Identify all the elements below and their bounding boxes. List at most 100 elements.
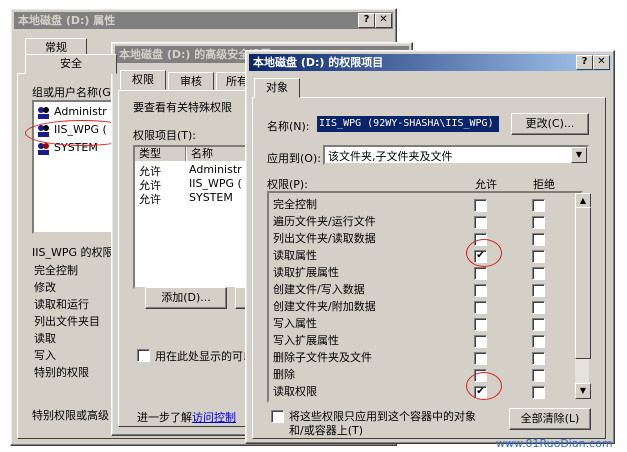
allow-checkbox[interactable] — [474, 267, 487, 280]
learn-more: 进一步了解访问控制 — [137, 409, 236, 425]
perm-header: 权限(P): — [267, 178, 308, 191]
user-row[interactable]: Administr — [36, 104, 107, 120]
permission-row: 创建文件/写入数据 — [273, 282, 365, 298]
permission-row: 读取权限 — [273, 384, 317, 400]
column-type[interactable]: 类型 — [135, 147, 186, 161]
help-button[interactable]: ? — [358, 13, 375, 28]
allow-checkbox[interactable] — [474, 301, 487, 314]
inherit-label: 用在此处显示的可以 — [155, 350, 254, 363]
permission-name: 创建文件夹/附加数据 — [273, 300, 376, 313]
allow-checkbox[interactable] — [474, 369, 487, 382]
entry-panel: 名称(N): IIS_WPG (92WY-SHASHA\IIS_WPG) 更改(… — [252, 97, 606, 439]
chevron-down-icon[interactable]: ▼ — [571, 147, 587, 163]
watermark-url: www.01RuoDian.com — [496, 437, 613, 450]
permission-name: 读取扩展属性 — [273, 266, 339, 279]
permission-row: 删除子文件夹及文件 — [273, 350, 372, 366]
deny-checkbox[interactable] — [532, 369, 545, 382]
users-icon — [38, 106, 49, 119]
permission-row: 完全控制 — [273, 197, 317, 213]
tab-security[interactable]: 安全 — [25, 54, 117, 74]
permissions-list: 完全控制遍历文件夹/运行文件 列出文件夹/读取数据 读取属性 ✔ 读取扩展属性创建文件/… — [267, 191, 583, 403]
apply-to-value: 该文件夹,子文件夹及文件 — [328, 150, 453, 163]
close-button[interactable]: ✕ — [593, 55, 610, 70]
tab-permissions[interactable]: 权限 — [120, 70, 166, 90]
help-button[interactable]: ? — [576, 55, 593, 70]
entry-type[interactable]: 允许 — [139, 191, 161, 207]
allow-checkbox[interactable] — [474, 233, 487, 246]
permission-row: 读取扩展属性 — [273, 265, 339, 281]
deny-checkbox[interactable] — [532, 233, 545, 246]
allow-checkbox[interactable]: ✔ — [474, 250, 487, 263]
permission-entry-dialog: 本地磁盘 (D:) 的权限项目 ? ✕ 对象 名称(N): IIS_WPG (9… — [245, 50, 615, 444]
deny-checkbox[interactable] — [532, 284, 545, 297]
permission-row: 创建文件夹/附加数据 — [273, 299, 376, 315]
permission-name: 读取属性 — [273, 249, 317, 262]
scroll-down-icon[interactable]: ▼ — [575, 383, 591, 399]
properties-footer: 特别权限或高级 — [32, 409, 109, 422]
deny-checkbox[interactable] — [532, 250, 545, 263]
deny-checkbox[interactable] — [532, 216, 545, 229]
permissions-scrollbar[interactable]: ▲ ▼ — [575, 193, 591, 399]
permission-name: 读取权限 — [273, 385, 317, 398]
entry-name[interactable]: IIS_WPG ( — [189, 177, 242, 190]
deny-checkbox[interactable] — [532, 199, 545, 212]
apply-only-label-2: 和/或容器上(T) — [289, 424, 364, 437]
perm-item: 读取 — [34, 332, 56, 345]
allow-checkbox[interactable] — [474, 199, 487, 212]
user-row[interactable]: SYSTEM — [36, 140, 98, 156]
tab-auditing[interactable]: 审核 — [168, 72, 214, 92]
apply-to-select[interactable]: 该文件夹,子文件夹及文件 ▼ — [323, 145, 589, 165]
add-button[interactable]: 添加(D)... — [145, 287, 227, 309]
permission-row: 删除 — [273, 367, 295, 383]
permission-name: 写入扩展属性 — [273, 334, 339, 347]
permission-name: 遍历文件夹/运行文件 — [273, 215, 376, 228]
learn-prefix: 进一步了解 — [137, 411, 192, 424]
perm-item: 特别的权限 — [34, 366, 89, 379]
deny-checkbox[interactable] — [532, 386, 545, 399]
allow-checkbox[interactable] — [474, 318, 487, 331]
name-value[interactable]: IIS_WPG (92WY-SHASHA\IIS_WPG) — [317, 116, 499, 132]
allow-checkbox[interactable] — [474, 216, 487, 229]
deny-header: 拒绝 — [533, 178, 555, 191]
user-name: SYSTEM — [54, 141, 98, 154]
user-row[interactable]: IIS_WPG ( — [36, 122, 107, 138]
perm-item: 完全控制 — [34, 264, 78, 277]
group-label: 组或用户名称(G): — [32, 86, 119, 99]
close-button[interactable]: ✕ — [375, 13, 392, 28]
advanced-info: 要查看有关特殊权限 — [133, 101, 232, 114]
user-name: Administr — [54, 105, 107, 118]
properties-title: 本地磁盘 (D:) 属性 — [18, 14, 116, 27]
allow-checkbox[interactable] — [474, 335, 487, 348]
entry-name[interactable]: SYSTEM — [189, 191, 233, 204]
users-icon — [38, 142, 49, 155]
apply-only-checkbox[interactable] — [271, 410, 284, 423]
deny-checkbox[interactable] — [532, 267, 545, 280]
apply-to-label: 应用到(O): — [267, 152, 321, 165]
entry-title-bar: 本地磁盘 (D:) 的权限项目 ? ✕ — [249, 54, 611, 71]
clear-all-button[interactable]: 全部清除(L) — [509, 408, 591, 430]
allow-checkbox[interactable] — [474, 352, 487, 365]
tab-object[interactable]: 对象 — [254, 78, 300, 98]
user-name: IIS_WPG ( — [54, 123, 107, 136]
permission-row: 列出文件夹/读取数据 — [273, 231, 376, 247]
deny-checkbox[interactable] — [532, 352, 545, 365]
deny-checkbox[interactable] — [532, 318, 545, 331]
perm-label: IIS_WPG 的权限 — [32, 246, 114, 259]
perm-item: 修改 — [34, 281, 56, 294]
allow-checkbox[interactable] — [474, 284, 487, 297]
permission-name: 创建文件/写入数据 — [273, 283, 365, 296]
access-control-link[interactable]: 访问控制 — [192, 411, 236, 424]
deny-checkbox[interactable] — [532, 301, 545, 314]
inherit-checkbox[interactable] — [137, 349, 150, 362]
permission-name: 列出文件夹/读取数据 — [273, 232, 376, 245]
entries-label: 权限项目(T): — [133, 129, 197, 142]
deny-checkbox[interactable] — [532, 335, 545, 348]
permission-row: 遍历文件夹/运行文件 — [273, 214, 376, 230]
scroll-thumb[interactable] — [575, 207, 591, 359]
entry-name[interactable]: Administr — [189, 163, 242, 176]
perm-item: 列出文件夹目 — [34, 315, 100, 328]
change-button[interactable]: 更改(C)... — [511, 113, 589, 135]
allow-checkbox[interactable]: ✔ — [474, 386, 487, 399]
perm-item: 读取和运行 — [34, 298, 89, 311]
users-icon — [38, 124, 49, 137]
